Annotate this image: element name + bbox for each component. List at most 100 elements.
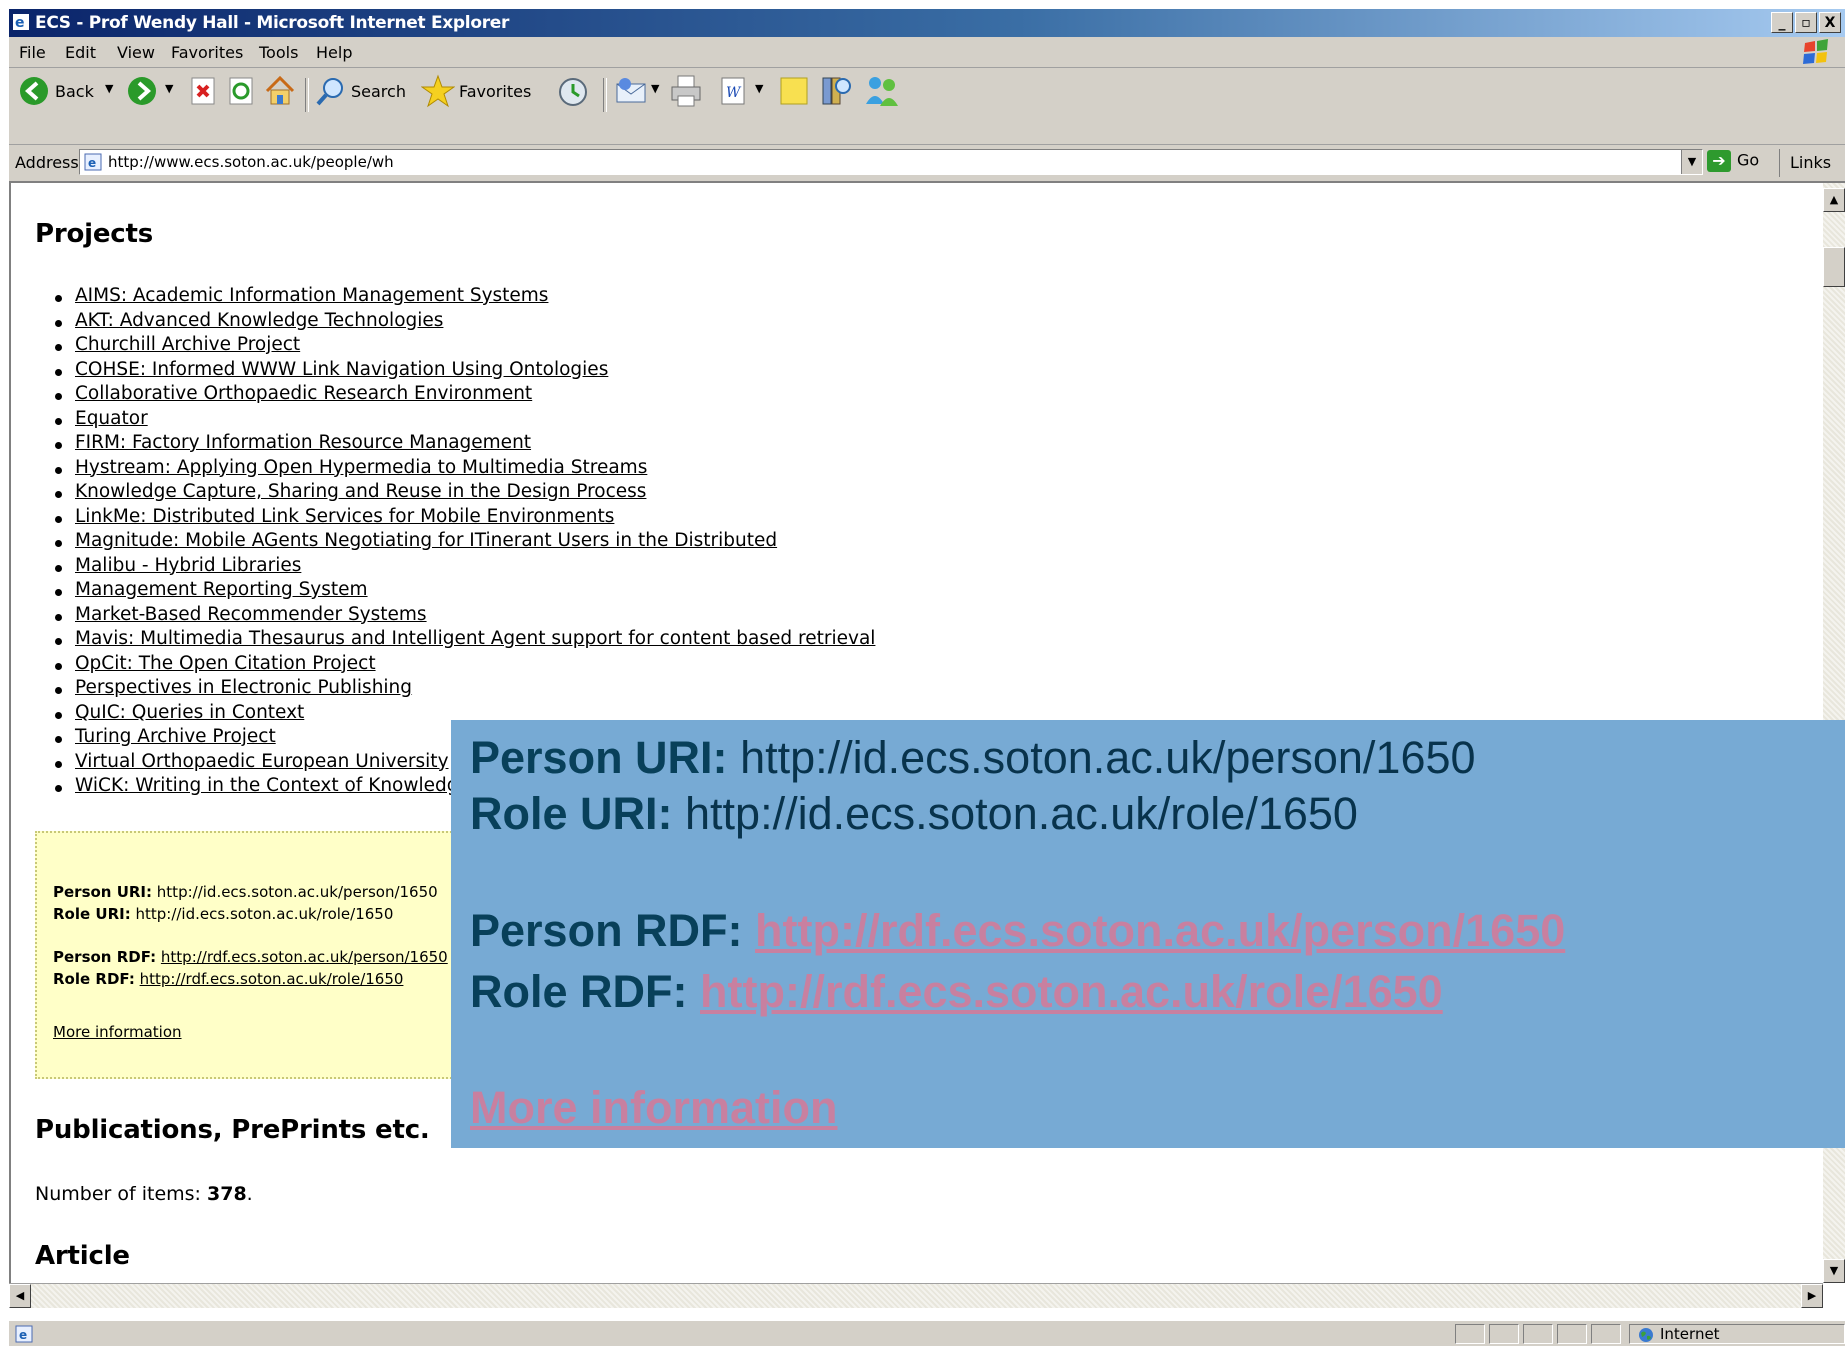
search-button[interactable]: Search bbox=[351, 82, 406, 101]
menu-help[interactable]: Help bbox=[316, 43, 352, 62]
window-controls: _ ▫ X bbox=[1771, 12, 1841, 33]
menu-favorites[interactable]: Favorites bbox=[171, 43, 243, 62]
project-link[interactable]: Mavis: Multimedia Thesaurus and Intellig… bbox=[75, 628, 875, 649]
list-item: Magnitude: Mobile AGents Negotiating for… bbox=[54, 529, 875, 554]
list-item: LinkMe: Distributed Link Services for Mo… bbox=[54, 505, 875, 530]
callout-person-rdf-link[interactable]: http://rdf.ecs.soton.ac.uk/person/1650 bbox=[755, 905, 1565, 956]
ie-icon: e bbox=[13, 14, 29, 30]
list-item: FIRM: Factory Information Resource Manag… bbox=[54, 431, 875, 456]
project-link[interactable]: Churchill Archive Project bbox=[75, 334, 300, 355]
project-link[interactable]: Magnitude: Mobile AGents Negotiating for… bbox=[75, 530, 777, 551]
project-link[interactable]: FIRM: Factory Information Resource Manag… bbox=[75, 432, 531, 453]
project-link[interactable]: OpCit: The Open Citation Project bbox=[75, 653, 376, 674]
callout-role-rdf-link[interactable]: http://rdf.ecs.soton.ac.uk/role/1650 bbox=[700, 966, 1443, 1017]
globe-icon bbox=[1639, 1328, 1653, 1342]
project-link[interactable]: AKT: Advanced Knowledge Technologies bbox=[75, 310, 443, 331]
maximize-button[interactable]: ▫ bbox=[1795, 12, 1817, 33]
go-arrow-icon: ➔ bbox=[1707, 150, 1731, 172]
project-link[interactable]: Market-Based Recommender Systems bbox=[75, 604, 427, 625]
project-link[interactable]: Hystream: Applying Open Hypermedia to Mu… bbox=[75, 457, 647, 478]
home-icon[interactable] bbox=[263, 74, 297, 108]
items-count-text: Number of items: 378. bbox=[35, 1183, 253, 1205]
svg-text:e: e bbox=[88, 156, 96, 170]
list-item: Market-Based Recommender Systems bbox=[54, 603, 875, 628]
person-rdf-link[interactable]: http://rdf.ecs.soton.ac.uk/person/1650 bbox=[161, 948, 448, 966]
forward-arrow-icon[interactable] bbox=[127, 76, 157, 106]
menu-file[interactable]: File bbox=[19, 43, 46, 62]
go-button[interactable]: ➔ Go bbox=[1707, 150, 1759, 172]
edit-word-icon[interactable]: W bbox=[719, 76, 747, 106]
page-ie-icon: e bbox=[84, 153, 102, 171]
menu-edit[interactable]: Edit bbox=[65, 43, 96, 62]
project-link[interactable]: WiCK: Writing in the Context of Knowledg… bbox=[75, 775, 470, 796]
address-dropdown-icon[interactable]: ▼ bbox=[1681, 150, 1702, 174]
project-link[interactable]: Management Reporting System bbox=[75, 579, 368, 600]
scroll-right-arrow-icon[interactable]: ▶ bbox=[1801, 1284, 1823, 1308]
projects-heading: Projects bbox=[35, 219, 154, 249]
title-bar: e ECS - Prof Wendy Hall - Microsoft Inte… bbox=[9, 9, 1845, 37]
links-button[interactable]: Links » bbox=[1779, 149, 1845, 200]
project-link[interactable]: Perspectives in Electronic Publishing bbox=[75, 677, 412, 698]
close-button[interactable]: X bbox=[1819, 12, 1841, 33]
callout-person-uri-label: Person URI: bbox=[470, 732, 728, 783]
project-link[interactable]: Knowledge Capture, Sharing and Reuse in … bbox=[75, 481, 646, 502]
stop-icon[interactable] bbox=[189, 76, 217, 106]
project-link[interactable]: AIMS: Academic Information Management Sy… bbox=[75, 285, 548, 306]
go-label: Go bbox=[1737, 150, 1760, 170]
scroll-thumb[interactable] bbox=[1823, 247, 1845, 287]
menu-view[interactable]: View bbox=[117, 43, 155, 62]
security-zone: Internet bbox=[1629, 1324, 1845, 1344]
project-link[interactable]: Collaborative Orthopaedic Research Envir… bbox=[75, 383, 532, 404]
scroll-down-arrow-icon[interactable]: ▼ bbox=[1823, 1259, 1845, 1283]
list-item: Equator bbox=[54, 407, 875, 432]
svg-text:W: W bbox=[726, 85, 742, 101]
list-item: Malibu - Hybrid Libraries bbox=[54, 554, 875, 579]
mail-icon[interactable] bbox=[615, 76, 649, 106]
menu-tools[interactable]: Tools bbox=[259, 43, 298, 62]
search-icon[interactable] bbox=[315, 76, 347, 108]
role-uri-value: http://id.ecs.soton.ac.uk/role/1650 bbox=[135, 905, 394, 923]
mail-dropdown-icon[interactable]: ▼ bbox=[651, 82, 659, 95]
callout-more-information-link[interactable]: More information bbox=[470, 1082, 838, 1133]
browser-window: e ECS - Prof Wendy Hall - Microsoft Inte… bbox=[0, 0, 1845, 1346]
favorites-button[interactable]: Favorites bbox=[459, 82, 531, 101]
address-bar: Address e http://www.ecs.soton.ac.uk/peo… bbox=[9, 145, 1845, 200]
back-button[interactable]: Back bbox=[55, 82, 94, 101]
list-item: Perspectives in Electronic Publishing bbox=[54, 676, 875, 701]
project-link[interactable]: Malibu - Hybrid Libraries bbox=[75, 555, 301, 576]
address-input[interactable]: e http://www.ecs.soton.ac.uk/people/wh ▼ bbox=[79, 149, 1703, 175]
back-arrow-icon[interactable] bbox=[19, 76, 49, 106]
edit-dropdown-icon[interactable]: ▼ bbox=[755, 82, 763, 95]
scroll-up-arrow-icon[interactable]: ▲ bbox=[1823, 188, 1845, 212]
print-icon[interactable] bbox=[669, 74, 703, 108]
address-label: Address bbox=[15, 153, 79, 172]
list-item: AKT: Advanced Knowledge Technologies bbox=[54, 309, 875, 334]
list-item: Churchill Archive Project bbox=[54, 333, 875, 358]
project-link[interactable]: Equator bbox=[75, 408, 148, 429]
address-url[interactable]: http://www.ecs.soton.ac.uk/people/wh bbox=[108, 153, 394, 171]
publications-heading: Publications, PrePrints etc. bbox=[35, 1115, 430, 1145]
horizontal-scrollbar[interactable]: ◀ ▶ bbox=[9, 1283, 1823, 1308]
minimize-button[interactable]: _ bbox=[1771, 12, 1793, 33]
back-dropdown-icon[interactable]: ▼ bbox=[105, 82, 113, 95]
favorites-star-icon[interactable] bbox=[421, 74, 455, 108]
scroll-left-arrow-icon[interactable]: ◀ bbox=[9, 1284, 31, 1308]
history-icon[interactable] bbox=[557, 76, 589, 108]
project-link[interactable]: Turing Archive Project bbox=[75, 726, 276, 747]
discuss-note-icon[interactable] bbox=[779, 76, 809, 106]
project-link[interactable]: LinkMe: Distributed Link Services for Mo… bbox=[75, 506, 614, 527]
refresh-icon[interactable] bbox=[227, 76, 255, 106]
zone-label: Internet bbox=[1660, 1325, 1720, 1343]
more-information-link[interactable]: More information bbox=[53, 1023, 182, 1041]
svg-text:e: e bbox=[15, 15, 25, 30]
role-rdf-label: Role RDF: bbox=[53, 970, 135, 988]
project-link[interactable]: COHSE: Informed WWW Link Navigation Usin… bbox=[75, 359, 608, 380]
forward-dropdown-icon[interactable]: ▼ bbox=[165, 82, 173, 95]
project-link[interactable]: QuIC: Queries in Context bbox=[75, 702, 304, 723]
project-link[interactable]: Virtual Orthopaedic European University bbox=[75, 751, 449, 772]
role-rdf-link[interactable]: http://rdf.ecs.soton.ac.uk/role/1650 bbox=[140, 970, 404, 988]
items-label: Number of items: bbox=[35, 1183, 201, 1205]
messenger-icon[interactable] bbox=[863, 74, 901, 108]
research-icon[interactable] bbox=[819, 74, 853, 108]
linked-data-info-box: Person URI: http://id.ecs.soton.ac.uk/pe… bbox=[35, 831, 515, 1079]
